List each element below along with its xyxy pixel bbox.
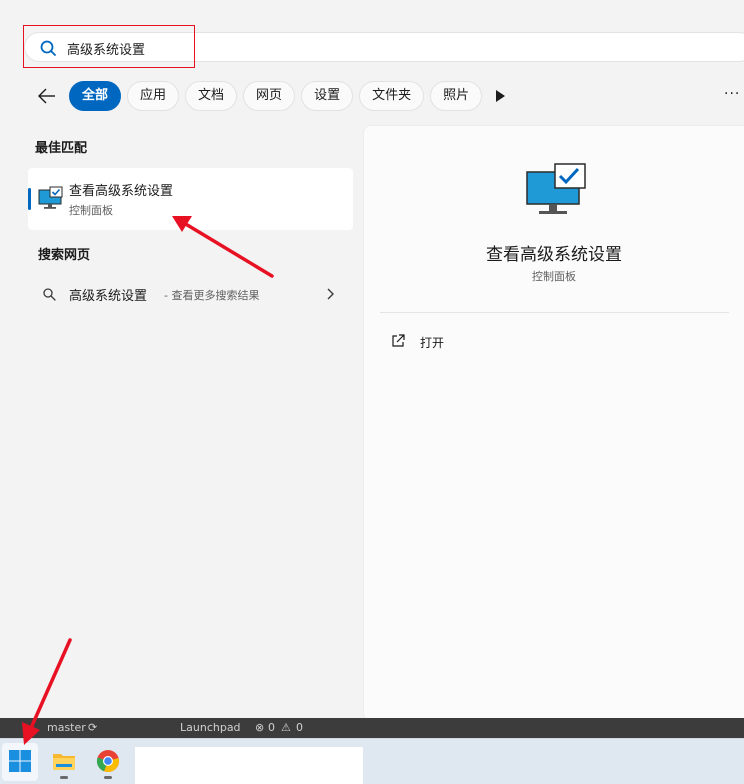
divider [380, 312, 729, 313]
open-external-icon[interactable] [391, 334, 405, 348]
app-window-thumbnail[interactable] [135, 747, 363, 784]
back-arrow-icon[interactable] [36, 86, 58, 106]
error-icon[interactable]: ⊗ [255, 721, 264, 734]
detail-title: 查看高级系统设置 [486, 245, 622, 265]
start-button[interactable] [2, 743, 38, 781]
chrome-button[interactable] [90, 743, 126, 781]
tab-documents[interactable]: 文档 [185, 81, 238, 111]
chrome-icon [96, 750, 119, 773]
search-panel: 高级系统设置 全部 应用 文档 网页 设置 文件夹 照片 ··· 最佳匹配 查看… [0, 0, 744, 724]
tab-apps[interactable]: 应用 [127, 81, 180, 111]
tab-web[interactable]: 网页 [243, 81, 296, 111]
git-branch-label[interactable]: master [47, 721, 86, 734]
best-match-result[interactable]: 查看高级系统设置 控制面板 [28, 168, 353, 230]
taskbar [0, 738, 744, 784]
editor-status-bar: master ⟳ Launchpad ⊗ 0 ⚠ 0 [0, 718, 744, 738]
windows-logo-icon [9, 750, 31, 772]
detail-subtitle: 控制面板 [532, 270, 576, 283]
more-options-icon[interactable]: ··· [724, 86, 740, 102]
best-match-subtitle: 控制面板 [69, 204, 113, 217]
play-icon[interactable] [496, 90, 505, 102]
web-search-query: 高级系统设置 [69, 289, 148, 304]
tab-settings[interactable]: 设置 [301, 81, 354, 111]
web-search-heading: 搜索网页 [38, 248, 91, 263]
web-search-result[interactable]: 高级系统设置 - 查看更多搜索结果 [28, 280, 353, 308]
warning-icon[interactable]: ⚠ [281, 721, 291, 734]
monitor-check-icon [526, 163, 586, 214]
selection-indicator [28, 188, 31, 210]
search-icon [43, 288, 56, 301]
best-match-title: 查看高级系统设置 [69, 184, 174, 199]
annotation-highlight-box [23, 25, 195, 68]
detail-panel: 查看高级系统设置 控制面板 打开 [363, 125, 744, 722]
error-count: 0 [268, 721, 275, 734]
web-search-suffix: - 查看更多搜索结果 [164, 289, 260, 302]
tab-photos[interactable]: 照片 [430, 81, 483, 111]
running-indicator [60, 776, 68, 779]
open-action-label[interactable]: 打开 [420, 334, 444, 351]
launchpad-label[interactable]: Launchpad [180, 721, 241, 734]
tab-all[interactable]: 全部 [69, 81, 122, 111]
chevron-right-icon [327, 288, 334, 300]
filter-tabs: 全部 应用 文档 网页 设置 文件夹 照片 [69, 81, 483, 111]
monitor-check-icon [38, 186, 63, 209]
file-explorer-button[interactable] [46, 743, 82, 781]
folder-icon [53, 754, 75, 770]
running-indicator [104, 776, 112, 779]
warning-count: 0 [296, 721, 303, 734]
best-match-heading: 最佳匹配 [35, 141, 88, 156]
sync-icon[interactable]: ⟳ [88, 721, 97, 734]
tab-folders[interactable]: 文件夹 [359, 81, 425, 111]
